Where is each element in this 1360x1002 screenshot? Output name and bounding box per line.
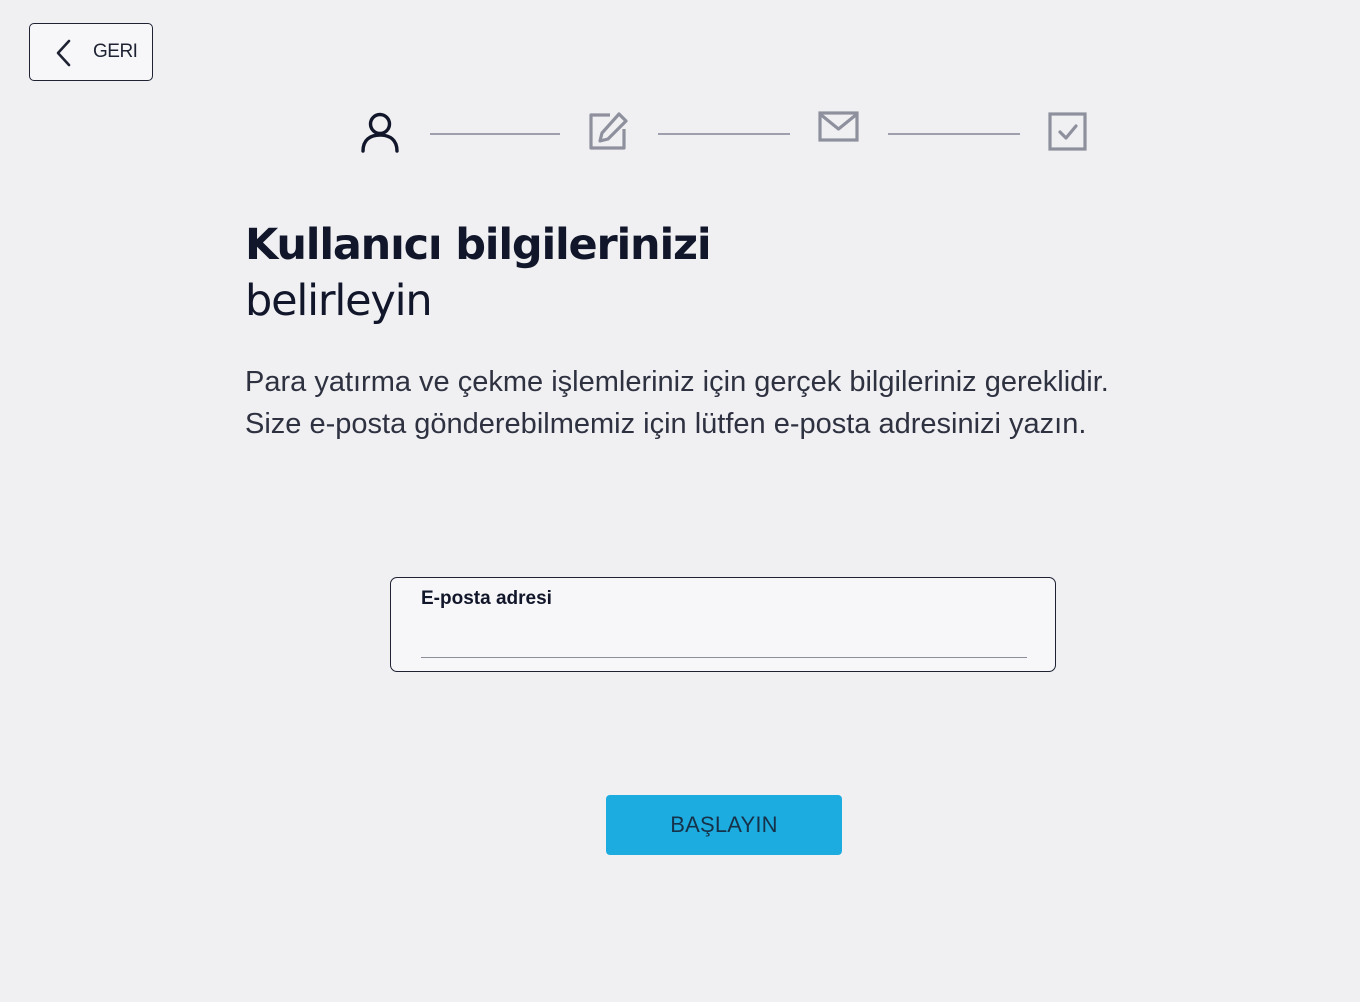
- email-field-label: E-posta adresi: [421, 588, 552, 609]
- checkbox-icon: [1048, 112, 1087, 151]
- step-connector: [430, 133, 560, 135]
- start-button[interactable]: BAŞLAYIN: [606, 795, 842, 855]
- edit-icon: [589, 112, 628, 150]
- progress-stepper: [0, 0, 1360, 170]
- mail-icon: [818, 111, 859, 142]
- user-icon: [361, 112, 399, 153]
- page-title: Kullanıcı bilgilerinizi belirleyin: [245, 217, 712, 329]
- page-title-line1: Kullanıcı bilgilerinizi: [245, 220, 712, 270]
- step-connector: [888, 133, 1020, 135]
- email-field[interactable]: E-posta adresi: [390, 577, 1056, 672]
- email-input[interactable]: [421, 618, 1027, 658]
- step-connector: [658, 133, 790, 135]
- page-title-line2: belirleyin: [245, 276, 433, 326]
- page-description: Para yatırma ve çekme işlemleriniz için …: [245, 366, 1109, 440]
